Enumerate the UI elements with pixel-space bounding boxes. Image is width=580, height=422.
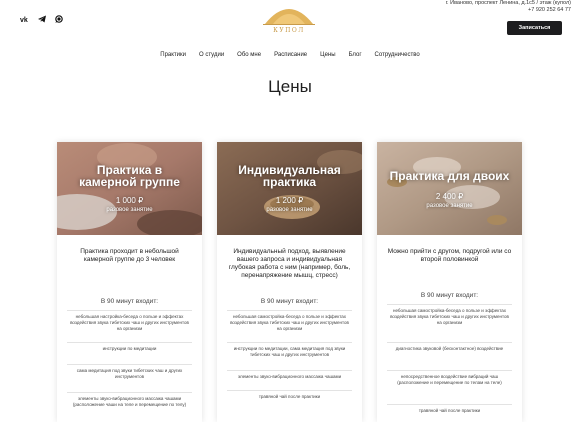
list-item: элементы звуко-вибрационного массажа чаш…: [67, 392, 192, 408]
card-photo: [377, 142, 522, 235]
nav-blog[interactable]: Блог: [349, 52, 362, 58]
includes-title: В 90 минут входит:: [420, 292, 479, 299]
nav-cooperation[interactable]: Сотрудничество: [375, 52, 420, 58]
vk-icon[interactable]: vk: [20, 11, 30, 24]
card-description: Можно прийти с другом, подругой или со в…: [387, 248, 512, 263]
price-card-group: Практика в камерной группе 1 000 ₽ разов…: [57, 142, 202, 422]
includes-title: В 90 минут входит:: [100, 298, 159, 305]
signup-button[interactable]: Записаться: [507, 21, 562, 35]
telegram-icon[interactable]: [37, 11, 47, 23]
list-item: травяной чай после практики: [227, 390, 352, 400]
contact-info: г. Иваново, проспект Ленина, д.1с5 / эта…: [446, 0, 571, 14]
list-item: непосредственное воздействие вибраций ча…: [387, 370, 512, 386]
card-price: 2 400 ₽: [435, 192, 464, 201]
nav-prices[interactable]: Цены: [320, 52, 335, 58]
page-title: Цены: [268, 77, 312, 96]
nav-about-me[interactable]: Обо мне: [237, 52, 261, 58]
main-nav: Практики О студии Обо мне Расписание Цен…: [0, 52, 580, 58]
logo-text: КУПОЛ: [273, 27, 305, 34]
card-price-sub: разовое занятие: [106, 207, 153, 213]
list-item: сама медитация под звуки тибетских чаш и…: [67, 364, 192, 380]
price-card-couple: Практика для двоих 2 400 ₽ разовое занят…: [377, 142, 522, 422]
address: г. Иваново, проспект Ленина, д.1с5 / эта…: [445, 0, 571, 6]
svg-text:vk: vk: [20, 17, 28, 24]
card-title: Практика в камерной группе: [57, 164, 202, 188]
list-item: травяной чай после практики: [387, 404, 512, 414]
card-price-sub: разовое занятие: [266, 207, 313, 213]
card-description: Практика проходит в небольшой камерной г…: [80, 248, 179, 263]
list-item: небольшая настройка-беседа о пользе и эф…: [67, 310, 192, 332]
dome-logo-icon: [263, 9, 315, 25]
whatsapp-icon[interactable]: [54, 11, 64, 23]
card-title-line: Практика для двоих: [389, 169, 510, 183]
card-title-line: камерной группе: [79, 175, 180, 189]
card-price: 1 200 ₽: [275, 196, 304, 205]
list-item: инструкции по медитации, сама медитация …: [227, 342, 352, 358]
card-title-line: практика: [262, 175, 317, 189]
card-description: Индивидуальный подход, выявление вашего …: [228, 248, 351, 279]
social-links: vk: [20, 11, 64, 24]
card-title: Индивидуальная практика: [217, 164, 362, 188]
card-price-sub: разовое занятие: [426, 203, 473, 209]
logo[interactable]: [261, 0, 317, 40]
nav-schedule[interactable]: Расписание: [274, 52, 307, 58]
card-title: Практика для двоих: [377, 170, 522, 182]
list-item: небольшая самостройка-беседа о пользе и …: [387, 304, 512, 326]
price-card-individual: Индивидуальная практика 1 200 ₽ разовое …: [217, 142, 362, 422]
includes-title: В 90 минут входит:: [260, 298, 319, 305]
nav-about-studio[interactable]: О студии: [199, 52, 224, 58]
card-price: 1 000 ₽: [115, 196, 144, 205]
list-item: инструкции по медитации: [67, 342, 192, 352]
list-item: диагностика звуковой (бесконтактное) воз…: [387, 342, 512, 352]
nav-practices[interactable]: Практики: [160, 52, 186, 58]
list-item: элементы звуко-вибрационного массажа чаш…: [227, 370, 352, 380]
list-item: небольшая самостройка-беседа о пользе и …: [227, 310, 352, 332]
phone[interactable]: +7 920 252 64 77: [446, 7, 571, 14]
